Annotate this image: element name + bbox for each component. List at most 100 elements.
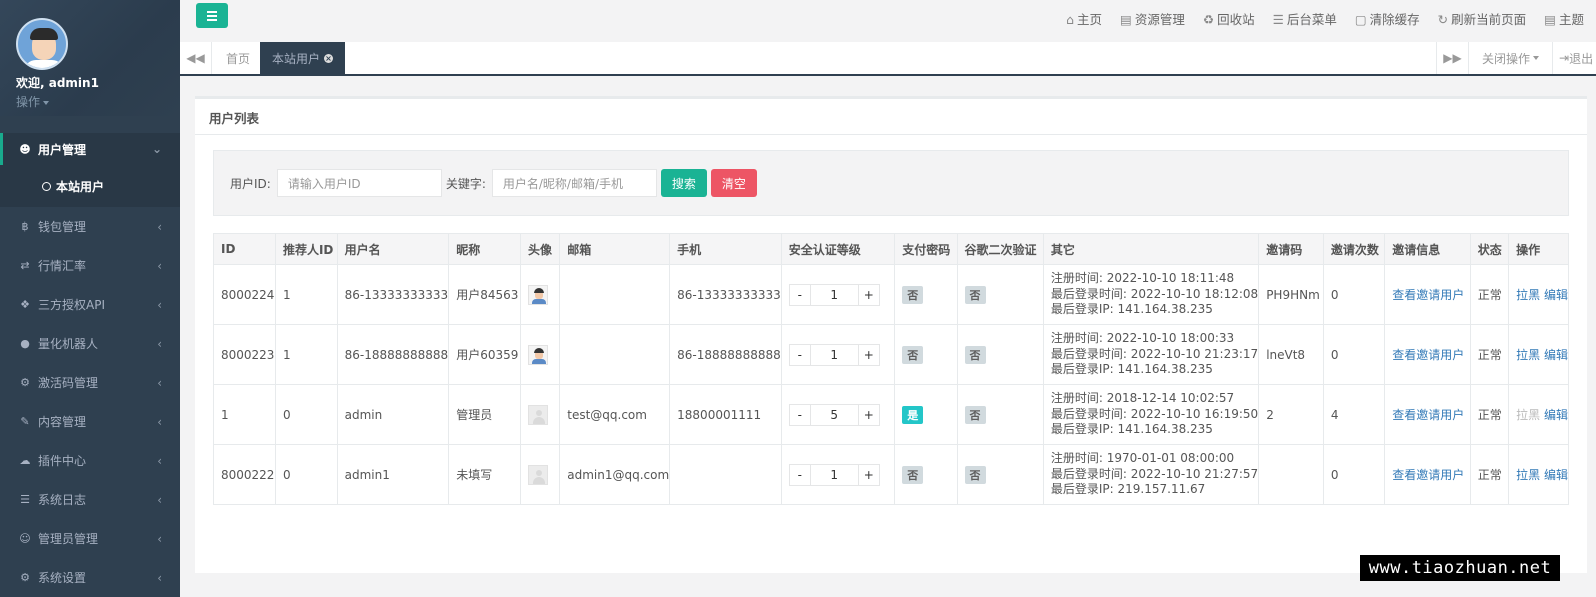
close-ops-label: 关闭操作 bbox=[1481, 51, 1530, 66]
sidebar-subitem-site-users[interactable]: 本站用户 bbox=[0, 165, 180, 207]
file-icon: ▤ bbox=[1120, 12, 1132, 27]
default-avatar-image[interactable] bbox=[528, 464, 548, 485]
cell-other: 注册时间: 1970-01-01 08:00:00 最后登录时间: 2022-10… bbox=[1042, 444, 1260, 505]
view-invitees-link[interactable]: 查看邀请用户 bbox=[1392, 468, 1464, 482]
col-security-level: 安全认证等级 bbox=[780, 233, 896, 265]
menu-toggle-button[interactable] bbox=[196, 3, 228, 28]
admin-avatar[interactable] bbox=[16, 18, 68, 70]
logout-button[interactable]: ⇥ 退出 bbox=[1552, 42, 1596, 74]
cell-status: 正常 bbox=[1469, 444, 1510, 505]
cell-other: 注册时间: 2022-10-10 18:00:33 最后登录时间: 2022-10… bbox=[1042, 324, 1260, 385]
top-link-label: 主题 bbox=[1558, 12, 1584, 27]
level-value[interactable]: 1 bbox=[809, 464, 859, 485]
search-button[interactable]: 搜索 bbox=[660, 169, 707, 197]
status-badge: 否 bbox=[902, 465, 924, 484]
tab-label: 本站用户 bbox=[272, 51, 321, 66]
sidebar-item-plugins[interactable]: ☁ 插件中心 ‹ bbox=[0, 441, 180, 480]
operation-dropdown[interactable]: 操作 bbox=[16, 93, 180, 110]
increment-button[interactable]: + bbox=[859, 345, 879, 365]
view-invitees-link[interactable]: 查看邀请用户 bbox=[1392, 348, 1464, 362]
sidebar-menu: ☻ 用户管理 ⌄ 本站用户 ฿ 钱包管理 ‹ ⇄ 行情汇率 ‹ ❖ 三方授权API ‹ ● 量… bbox=[0, 133, 180, 597]
decrement-button[interactable]: - bbox=[790, 465, 810, 485]
sidebar-item-label: 内容管理 bbox=[38, 415, 87, 429]
sidebar-item-admins[interactable]: ☺ 管理员管理 ‹ bbox=[0, 519, 180, 558]
cell-nickname: 用户84563 bbox=[448, 264, 521, 325]
tab-site-users[interactable]: 本站用户 × bbox=[260, 42, 346, 74]
sidebar-item-api[interactable]: ❖ 三方授权API ‹ bbox=[0, 285, 180, 324]
view-invitees-link[interactable]: 查看邀请用户 bbox=[1392, 288, 1464, 302]
forward-icon: ▶▶ bbox=[1443, 51, 1462, 65]
col-email: 邮箱 bbox=[559, 233, 671, 265]
edit-link[interactable]: 编辑 bbox=[1544, 468, 1568, 482]
close-icon[interactable]: × bbox=[324, 53, 334, 63]
edit-link[interactable]: 编辑 bbox=[1544, 288, 1568, 302]
top-link-refresh[interactable]: ↻ 刷新当前页面 bbox=[1438, 9, 1527, 28]
top-link-menu[interactable]: ☰ 后台菜单 bbox=[1273, 9, 1337, 28]
cell-invite-count: 0 bbox=[1322, 324, 1386, 385]
keyword-input[interactable]: 用户名/昵称/邮箱/手机 bbox=[491, 169, 657, 197]
default-avatar-image[interactable] bbox=[528, 404, 548, 425]
block-link[interactable]: 拉黑 bbox=[1516, 348, 1540, 362]
tab-home[interactable]: 首页 bbox=[212, 42, 264, 74]
sidebar-item-user-management[interactable]: ☻ 用户管理 ⌄ bbox=[0, 133, 180, 165]
level-value[interactable]: 1 bbox=[809, 344, 859, 365]
clear-button[interactable]: 清空 bbox=[710, 169, 757, 197]
top-link-recycle[interactable]: ♻ 回收站 bbox=[1203, 9, 1255, 28]
cell-security-level: -1 + bbox=[780, 324, 896, 385]
cell-nickname: 用户60359 bbox=[448, 324, 521, 385]
sidebar-item-logs[interactable]: ☰ 系统日志 ‹ bbox=[0, 480, 180, 519]
sidebar-item-settings[interactable]: ⚙ 系统设置 ‹ bbox=[0, 558, 180, 597]
decrement-button[interactable]: - bbox=[790, 345, 810, 365]
cell-actions: 拉黑 编辑 bbox=[1508, 324, 1569, 385]
top-link-theme[interactable]: ▤ 主题 bbox=[1544, 9, 1584, 28]
table-row: 1 0 admin 管理员 test@qq.com 18800001111 -5… bbox=[213, 384, 1569, 445]
sidebar: 欢迎, admin1 操作 ☻ 用户管理 ⌄ 本站用户 ฿ 钱包管理 ‹ ⇄ 行情汇率… bbox=[0, 0, 180, 597]
increment-button[interactable]: + bbox=[859, 405, 879, 425]
user-avatar-image[interactable] bbox=[528, 344, 548, 365]
decrement-button[interactable]: - bbox=[790, 405, 810, 425]
top-link-resources[interactable]: ▤ 资源管理 bbox=[1120, 9, 1185, 28]
user-id-label: 用户ID: bbox=[230, 176, 271, 191]
sidebar-item-label: 系统日志 bbox=[38, 493, 87, 507]
block-link[interactable]: 拉黑 bbox=[1516, 468, 1540, 482]
level-value[interactable]: 1 bbox=[809, 284, 859, 305]
top-link-clear-cache[interactable]: ▢ 清除缓存 bbox=[1355, 9, 1420, 28]
top-link-home[interactable]: ⌂ 主页 bbox=[1066, 9, 1102, 28]
tab-scroll-left-button[interactable]: ◀◀ bbox=[180, 42, 212, 74]
bitcoin-icon: ฿ bbox=[21, 220, 29, 233]
block-link[interactable]: 拉黑 bbox=[1516, 288, 1540, 302]
status-badge: 是 bbox=[902, 405, 924, 424]
cloud-icon: ☁ bbox=[19, 454, 31, 467]
sidebar-item-robot[interactable]: ● 量化机器人 ‹ bbox=[0, 324, 180, 363]
view-invitees-link[interactable]: 查看邀请用户 bbox=[1392, 408, 1464, 422]
col-invite-info: 邀请信息 bbox=[1384, 233, 1471, 265]
increment-button[interactable]: + bbox=[859, 465, 879, 485]
sidebar-item-activation[interactable]: ⚙ 激活码管理 ‹ bbox=[0, 363, 180, 402]
increment-button[interactable]: + bbox=[859, 285, 879, 305]
chevron-left-icon: ‹ bbox=[157, 531, 162, 546]
database-icon: ☰ bbox=[20, 493, 30, 506]
last-login-ip: 最后登录IP: 141.164.38.235 bbox=[1050, 362, 1213, 377]
sidebar-item-wallet[interactable]: ฿ 钱包管理 ‹ bbox=[0, 207, 180, 246]
user-avatar-image[interactable] bbox=[528, 284, 548, 305]
sidebar-item-market[interactable]: ⇄ 行情汇率 ‹ bbox=[0, 246, 180, 285]
user-list-panel: 用户列表 用户ID: 请输入用户ID 关键字: 用户名/昵称/邮箱/手机 搜索 … bbox=[195, 96, 1587, 573]
circle-icon bbox=[42, 181, 51, 191]
close-operations-dropdown[interactable]: 关闭操作 bbox=[1468, 42, 1552, 74]
cell-google-2fa: 否 bbox=[956, 264, 1044, 325]
recycle-icon: ♻ bbox=[1202, 12, 1215, 27]
cell-id: 1 bbox=[213, 384, 276, 445]
tab-scroll-right-button[interactable]: ▶▶ bbox=[1436, 42, 1468, 74]
sidebar-item-content[interactable]: ✎ 内容管理 ‹ bbox=[0, 402, 180, 441]
edit-link[interactable]: 编辑 bbox=[1544, 408, 1568, 422]
user-id-input[interactable]: 请输入用户ID bbox=[276, 169, 442, 197]
level-value[interactable]: 5 bbox=[809, 404, 859, 425]
sidebar-item-label: 钱包管理 bbox=[38, 220, 87, 234]
edit-link[interactable]: 编辑 bbox=[1544, 348, 1568, 362]
col-invite-count: 邀请次数 bbox=[1322, 233, 1386, 265]
decrement-button[interactable]: - bbox=[790, 285, 810, 305]
sidebar-item-label: 三方授权API bbox=[38, 298, 105, 312]
table-row: 8000223 1 86-18888888888 用户60359 86-1888… bbox=[213, 324, 1569, 385]
keyword-label: 关键字: bbox=[445, 176, 486, 191]
cell-username: admin1 bbox=[336, 444, 450, 505]
